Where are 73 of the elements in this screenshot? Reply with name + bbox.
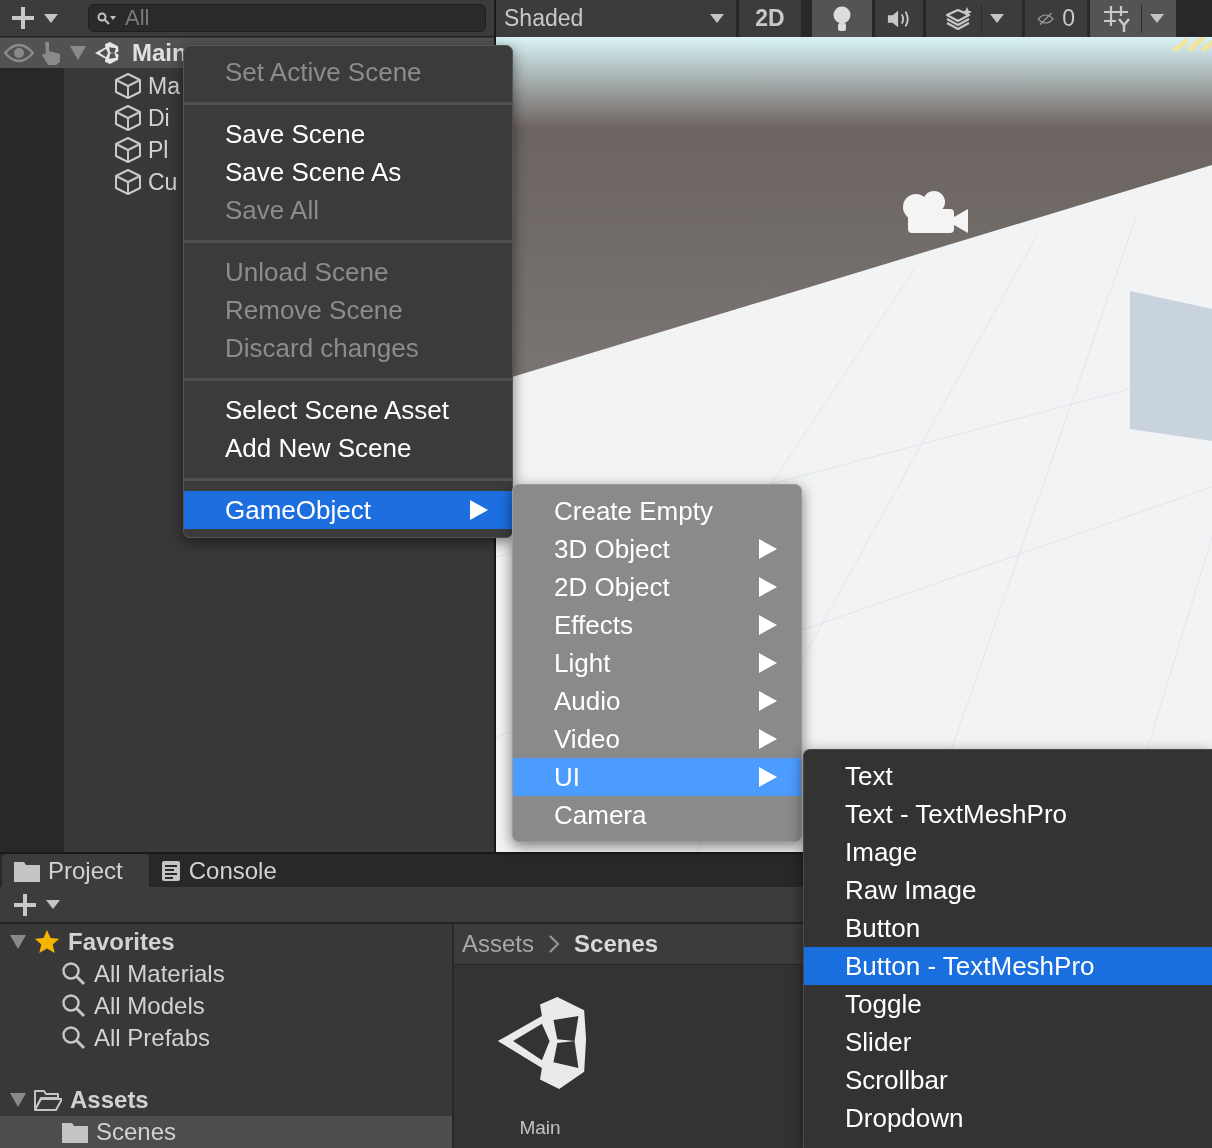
chevron-icon bbox=[548, 934, 561, 954]
grid-snap-button[interactable] bbox=[1090, 0, 1176, 37]
search-field[interactable]: All bbox=[88, 4, 486, 32]
menu-item[interactable]: Dropdown bbox=[804, 1099, 1212, 1137]
object-name[interactable]: Cu bbox=[148, 168, 178, 196]
plus-icon[interactable] bbox=[10, 5, 36, 31]
cube-icon bbox=[114, 104, 142, 132]
panel-tab[interactable]: Console bbox=[148, 854, 303, 888]
open-folder-icon bbox=[34, 1089, 62, 1111]
file-name[interactable]: Main bbox=[519, 1117, 561, 1139]
audio-toggle-button[interactable] bbox=[875, 0, 923, 37]
hidden-objects-button[interactable]: 0 bbox=[1025, 0, 1087, 37]
object-name[interactable]: Ma bbox=[148, 72, 180, 100]
tree-row[interactable]: Scenes bbox=[0, 1116, 452, 1148]
submenu-arrow-icon bbox=[759, 539, 777, 559]
menu-item[interactable]: GameObject bbox=[184, 491, 512, 529]
menu-item[interactable]: Add New Scene bbox=[184, 429, 512, 467]
folder-icon bbox=[62, 1121, 88, 1143]
tree-item[interactable]: Assets bbox=[70, 1086, 149, 1114]
2d-toggle-button[interactable]: 2D bbox=[739, 0, 801, 37]
submenu-arrow-icon bbox=[759, 577, 777, 597]
caret-icon bbox=[989, 14, 1004, 23]
caret-icon bbox=[1149, 14, 1164, 23]
menu-item[interactable]: Select Scene Asset bbox=[184, 391, 512, 429]
tree-item[interactable]: All Materials bbox=[94, 960, 225, 988]
submenu-arrow-icon bbox=[759, 729, 777, 749]
tree-item[interactable]: Favorites bbox=[68, 928, 175, 956]
layers-sparkle-icon bbox=[944, 6, 973, 31]
menu-item[interactable]: Button - TextMeshPro bbox=[804, 947, 1212, 985]
menu-item[interactable]: Scrollbar bbox=[804, 1061, 1212, 1099]
search-icon bbox=[62, 962, 86, 986]
breadcrumb-item[interactable]: Scenes bbox=[574, 930, 659, 958]
panel-tab[interactable]: Project bbox=[2, 854, 149, 888]
menu-item[interactable]: Save Scene As bbox=[184, 153, 512, 191]
star-icon bbox=[34, 930, 60, 954]
breadcrumb-item[interactable]: Assets bbox=[462, 930, 535, 958]
cube-icon bbox=[114, 168, 142, 196]
object-name[interactable]: Di bbox=[148, 104, 170, 132]
expand-arrow-icon[interactable] bbox=[10, 935, 26, 949]
cube-icon bbox=[114, 72, 142, 100]
shading-dropdown[interactable]: Shaded bbox=[496, 0, 736, 37]
submenu-arrow-icon bbox=[759, 691, 777, 711]
menu-item[interactable]: Text bbox=[804, 757, 1212, 795]
submenu-arrow-icon bbox=[759, 767, 777, 787]
cube-icon bbox=[114, 136, 142, 164]
search-icon bbox=[97, 12, 117, 26]
lightbulb-icon bbox=[833, 5, 851, 32]
menu-item[interactable]: Button bbox=[804, 909, 1212, 947]
object-name[interactable]: Pl bbox=[148, 136, 169, 164]
caret-icon bbox=[46, 900, 60, 910]
caret-icon bbox=[44, 13, 58, 23]
submenu-arrow-icon bbox=[470, 500, 488, 520]
lighting-toggle-button[interactable] bbox=[812, 0, 872, 37]
search-icon bbox=[62, 994, 86, 1018]
menu-item[interactable]: Raw Image bbox=[804, 871, 1212, 909]
tree-item[interactable]: Scenes bbox=[96, 1118, 177, 1146]
menu-item[interactable]: Toggle bbox=[804, 985, 1212, 1023]
menu-item[interactable]: Slider bbox=[804, 1023, 1212, 1061]
menu-item[interactable]: Save Scene bbox=[184, 115, 512, 153]
folder-icon bbox=[14, 859, 40, 882]
grid-icon bbox=[1102, 4, 1133, 33]
expand-arrow-icon[interactable] bbox=[10, 1093, 26, 1107]
caret-icon bbox=[710, 14, 724, 23]
effects-toggle-button[interactable] bbox=[926, 0, 1022, 37]
tree-item[interactable]: All Prefabs bbox=[94, 1024, 211, 1052]
submenu-arrow-icon bbox=[759, 615, 777, 635]
document-icon bbox=[160, 859, 181, 882]
tree-item[interactable]: All Models bbox=[94, 992, 205, 1020]
menu-item[interactable]: Text - TextMeshPro bbox=[804, 795, 1212, 833]
submenu-arrow-icon bbox=[759, 653, 777, 673]
plus-icon[interactable] bbox=[12, 891, 38, 918]
search-icon bbox=[62, 1026, 86, 1050]
menu-item[interactable]: Image bbox=[804, 833, 1212, 871]
